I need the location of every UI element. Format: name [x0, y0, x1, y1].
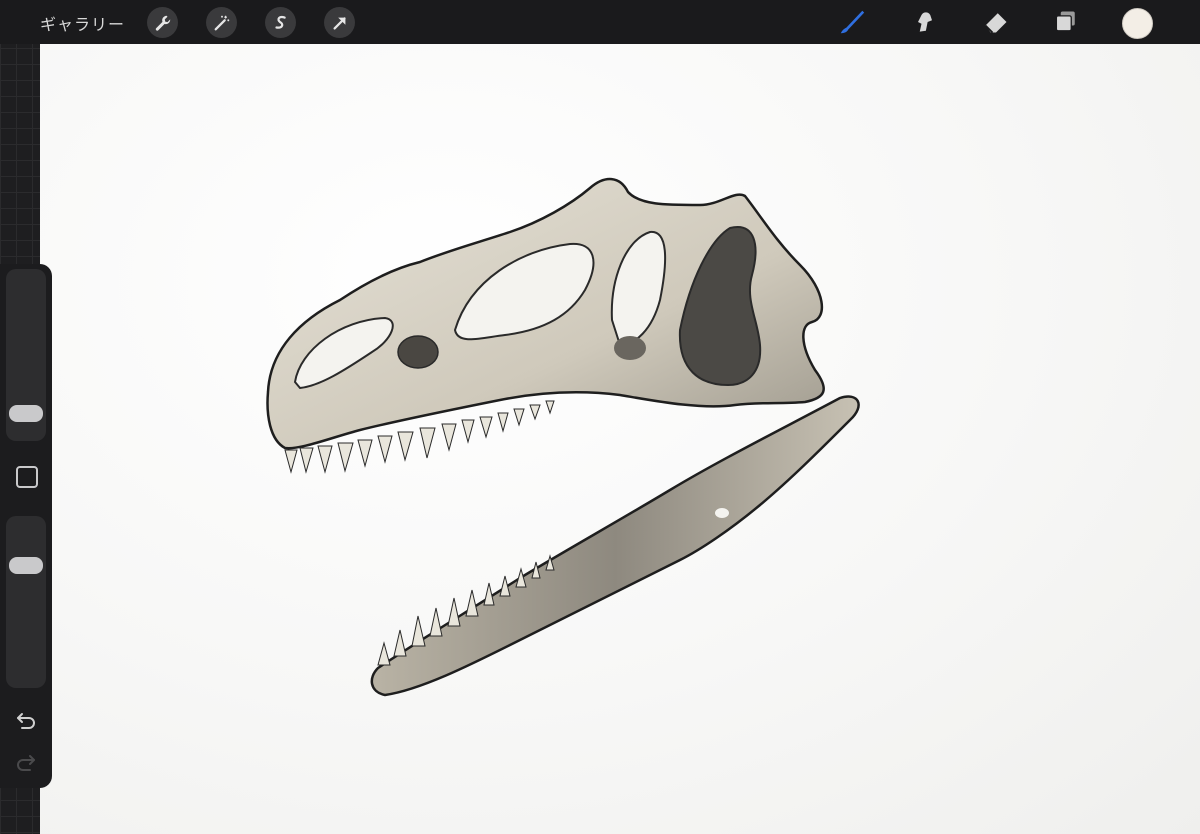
square-icon[interactable]: [16, 466, 38, 488]
smudge-icon[interactable]: [909, 6, 941, 38]
layers-icon[interactable]: [1050, 6, 1082, 38]
eraser-icon[interactable]: [980, 6, 1012, 38]
opacity-slider-thumb[interactable]: [9, 557, 43, 574]
magic-wand-icon[interactable]: [206, 7, 237, 38]
wrench-icon[interactable]: [147, 7, 178, 38]
transform-arrow-icon[interactable]: [324, 7, 355, 38]
skull-artwork: [266, 177, 860, 697]
left-sidebar: [0, 264, 52, 788]
top-toolbar: ギャラリー: [0, 0, 1200, 44]
brush-icon[interactable]: [836, 6, 868, 38]
undo-icon[interactable]: [14, 708, 38, 732]
brush-size-slider[interactable]: [6, 269, 46, 441]
lower-jaw: [370, 395, 860, 697]
selection-s-icon[interactable]: [265, 7, 296, 38]
mandibular-foramen: [715, 508, 729, 518]
jugal-hole: [614, 336, 646, 360]
color-picker-button[interactable]: [1122, 8, 1153, 39]
redo-icon[interactable]: [14, 750, 38, 774]
brush-size-slider-thumb[interactable]: [9, 405, 43, 422]
maxillary-hole: [397, 335, 439, 369]
gallery-button[interactable]: ギャラリー: [40, 11, 125, 35]
opacity-slider[interactable]: [6, 516, 46, 688]
